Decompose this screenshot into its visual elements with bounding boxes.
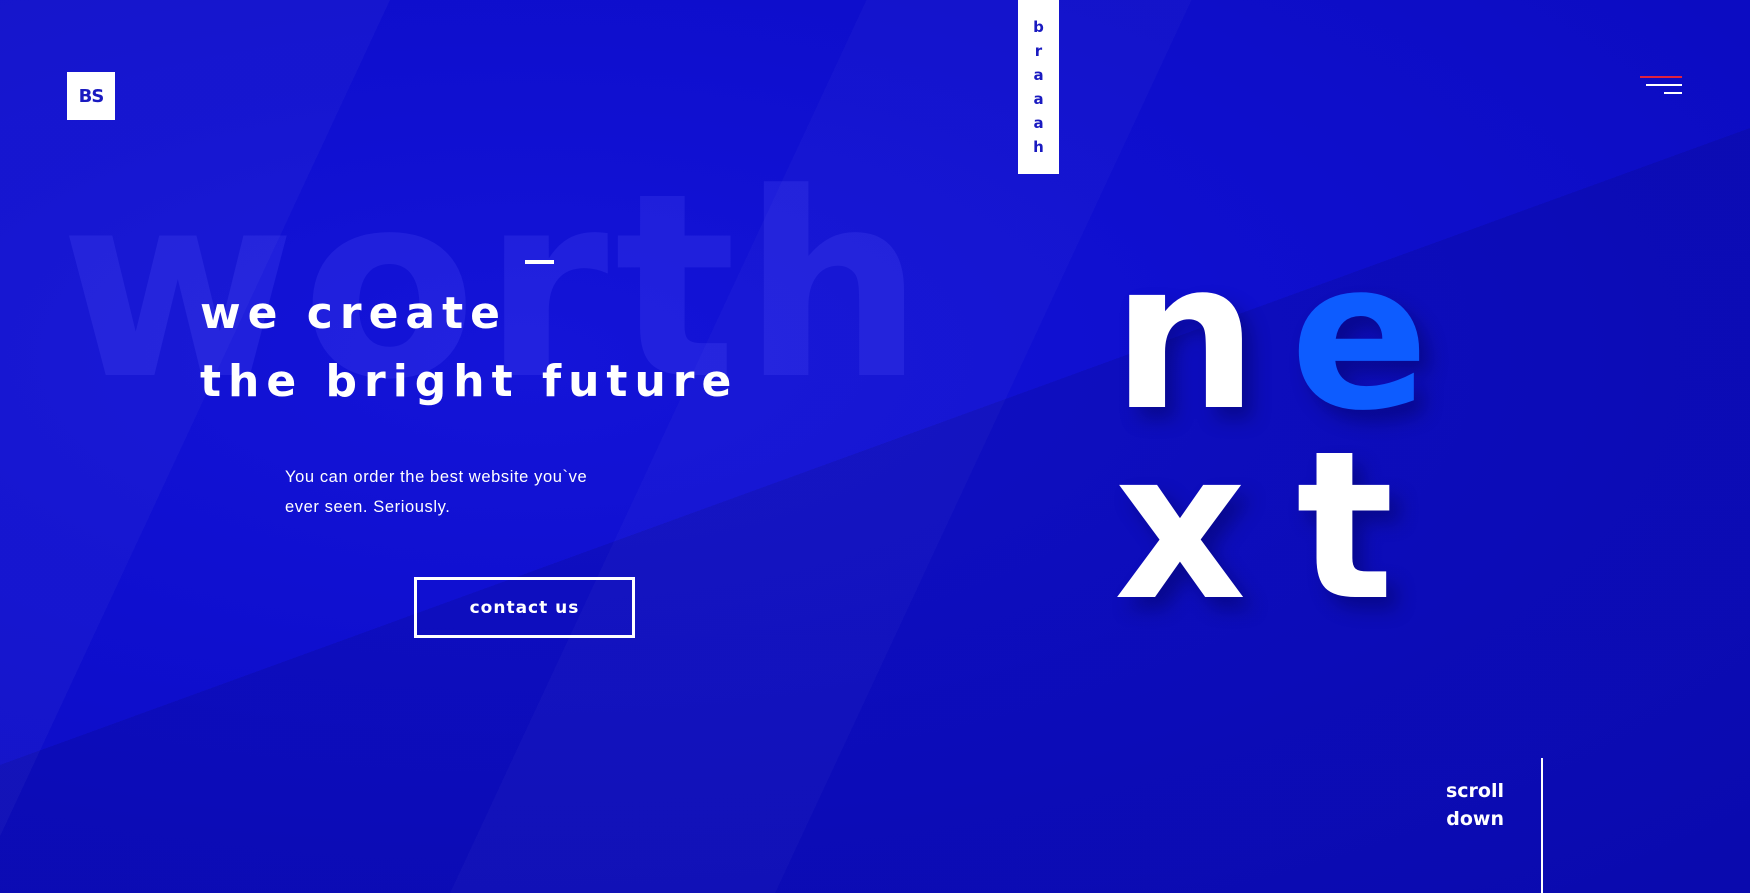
menu-bar-accent	[1640, 76, 1682, 78]
scroll-down-link[interactable]: scroll down	[1440, 777, 1504, 833]
vertical-brand-tag[interactable]: b r a a a h	[1018, 0, 1059, 174]
hero-subtext: You can order the best website you`ve ev…	[285, 462, 645, 522]
headline-line-1: we create	[200, 288, 507, 339]
vertical-tag-letter: a	[1033, 114, 1044, 132]
hero-headline: we create the bright future	[200, 280, 738, 416]
scroll-label-1: scroll	[1445, 780, 1504, 802]
hamburger-menu-icon[interactable]	[1640, 76, 1684, 98]
headline-dash	[525, 260, 554, 264]
scroll-indicator-line	[1541, 758, 1543, 893]
contact-us-button[interactable]: contact us	[414, 577, 635, 638]
vertical-tag-letter: b	[1033, 18, 1044, 36]
vertical-tag-letter: a	[1033, 66, 1044, 84]
headline-line-2: the bright future	[200, 356, 739, 407]
subtext-line-1: You can order the best website you`ve	[285, 468, 588, 486]
next-letter-t: t	[1296, 408, 1394, 646]
vertical-tag-letter: a	[1033, 90, 1044, 108]
logo[interactable]: BS	[67, 72, 115, 120]
vertical-tag-letter: r	[1034, 42, 1043, 60]
vertical-tag-letter: h	[1033, 138, 1044, 156]
background-texture	[0, 0, 1750, 893]
menu-bar	[1646, 84, 1682, 86]
next-letter-x: x	[1114, 408, 1247, 646]
menu-bar	[1664, 92, 1682, 94]
scroll-label-2: down	[1446, 808, 1504, 830]
subtext-line-2: ever seen. Seriously.	[285, 498, 451, 516]
